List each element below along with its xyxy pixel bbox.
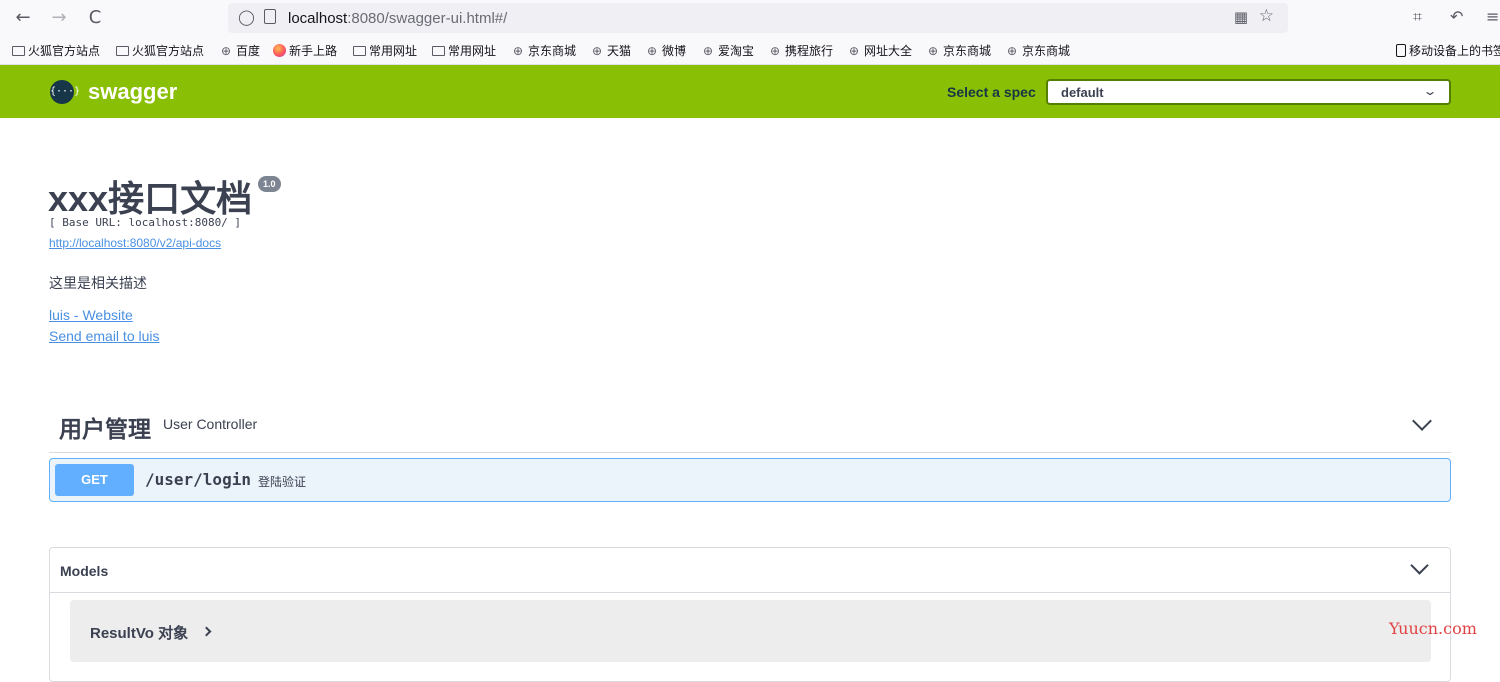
contact-email-link[interactable]: Send email to luis xyxy=(49,328,160,344)
chevron-down-icon[interactable] xyxy=(1410,556,1429,575)
globe-icon: ⊕ xyxy=(1006,43,1018,58)
bookmark-item[interactable]: ⊕ 百度 xyxy=(219,42,260,59)
swagger-logo-icon[interactable]: {···} xyxy=(50,80,80,104)
bookmark-item[interactable]: ⊕ 京东商城 xyxy=(926,42,991,59)
chevron-down-icon: ⌄ xyxy=(1422,84,1438,98)
undo-icon[interactable]: ↶ xyxy=(1450,7,1463,26)
back-icon[interactable]: ← xyxy=(12,7,34,29)
swagger-logo-text[interactable]: swagger xyxy=(88,79,177,105)
base-url: [ Base URL: localhost:8080/ ] xyxy=(49,216,242,229)
bookmark-item[interactable]: 火狐官方站点 xyxy=(116,42,204,59)
chevron-right-icon[interactable] xyxy=(201,626,212,637)
bookmark-item[interactable]: ⊕ 携程旅行 xyxy=(768,42,833,59)
spec-select-value: default xyxy=(1061,85,1104,100)
folder-icon xyxy=(116,45,129,56)
bookmark-item[interactable]: 常用网址 xyxy=(432,42,496,59)
qr-code-icon[interactable]: ▦ xyxy=(1234,8,1248,26)
globe-icon: ⊕ xyxy=(702,43,714,58)
http-method-badge: GET xyxy=(55,464,134,496)
operation-summary: 登陆验证 xyxy=(258,475,307,489)
menu-icon[interactable]: ≡ xyxy=(1486,7,1499,26)
api-description: 这里是相关描述 xyxy=(49,275,147,291)
globe-icon: ⊕ xyxy=(769,43,781,58)
globe-icon: ⊕ xyxy=(848,43,860,58)
model-name: ResultVo 对象 xyxy=(90,625,189,642)
address-bar[interactable]: ◯ localhost:8080/swagger-ui.html#/ ▦ ☆ xyxy=(228,3,1288,33)
globe-icon: ⊕ xyxy=(512,43,524,58)
bookmark-item[interactable]: 常用网址 xyxy=(353,42,417,59)
bookmarks-bar: 火狐官方站点 火狐官方站点 ⊕ 百度 新手上路 常用网址 常用网址 ⊕ 京东商城 ⊕… xyxy=(0,37,1500,65)
folder-icon xyxy=(353,45,366,56)
version-badge: 1.0 xyxy=(258,176,281,192)
bookmark-item[interactable]: 火狐官方站点 xyxy=(12,42,100,59)
tag-name: 用户管理 xyxy=(59,416,151,442)
models-header[interactable]: Models xyxy=(50,548,1450,593)
models-section: Models ResultVo 对象 xyxy=(49,547,1451,682)
chevron-down-icon[interactable] xyxy=(1412,411,1432,431)
globe-icon: ⊕ xyxy=(591,43,603,58)
globe-icon: ⊕ xyxy=(220,43,232,58)
mobile-bookmarks[interactable]: 移动设备上的书签 xyxy=(1396,42,1500,59)
watermark: Yuucn.com xyxy=(1389,619,1477,638)
crop-icon[interactable]: ⌗ xyxy=(1413,7,1422,27)
api-docs-link[interactable]: http://localhost:8080/v2/api-docs xyxy=(49,236,221,250)
folder-icon xyxy=(432,45,445,56)
firefox-icon xyxy=(273,44,286,57)
contact-website-link[interactable]: luis - Website xyxy=(49,307,133,323)
folder-icon xyxy=(12,45,25,56)
globe-icon: ⊕ xyxy=(646,43,658,58)
tag-section-header[interactable]: 用户管理 User Controller xyxy=(49,400,1451,453)
page-icon xyxy=(264,9,276,24)
mobile-icon xyxy=(1396,44,1406,57)
model-item[interactable]: ResultVo 对象 xyxy=(70,600,1431,662)
swagger-topbar: {···} swagger Select a spec default ⌄ xyxy=(0,65,1500,118)
bookmark-item[interactable]: ⊕ 爱淘宝 xyxy=(701,42,754,59)
globe-icon: ⊕ xyxy=(927,43,939,58)
models-title: Models xyxy=(60,563,109,579)
operation-get-user-login[interactable]: GET /user/login 登陆验证 xyxy=(49,458,1451,502)
reload-icon[interactable]: C xyxy=(84,7,106,29)
bookmark-star-icon[interactable]: ☆ xyxy=(1259,6,1274,26)
tag-description: User Controller xyxy=(163,416,258,432)
bookmark-item[interactable]: 新手上路 xyxy=(273,42,337,59)
bookmark-item[interactable]: ⊕ 微博 xyxy=(645,42,686,59)
operation-path: /user/login xyxy=(145,470,251,489)
forward-icon[interactable]: → xyxy=(48,7,70,29)
shield-icon[interactable]: ◯ xyxy=(238,8,255,26)
url-text[interactable]: localhost:8080/swagger-ui.html#/ xyxy=(288,10,507,27)
bookmark-item[interactable]: ⊕ 网址大全 xyxy=(847,42,912,59)
browser-toolbar: ← → C ◯ localhost:8080/swagger-ui.html#/… xyxy=(0,0,1500,37)
bookmark-item[interactable]: ⊕ 京东商城 xyxy=(1005,42,1070,59)
page-title: xxx接口文档 xyxy=(48,178,253,219)
spec-select-label: Select a spec xyxy=(947,84,1036,100)
bookmark-item[interactable]: ⊕ 京东商城 xyxy=(511,42,576,59)
bookmark-item[interactable]: ⊕ 天猫 xyxy=(590,42,631,59)
spec-select[interactable]: default ⌄ xyxy=(1046,79,1451,105)
